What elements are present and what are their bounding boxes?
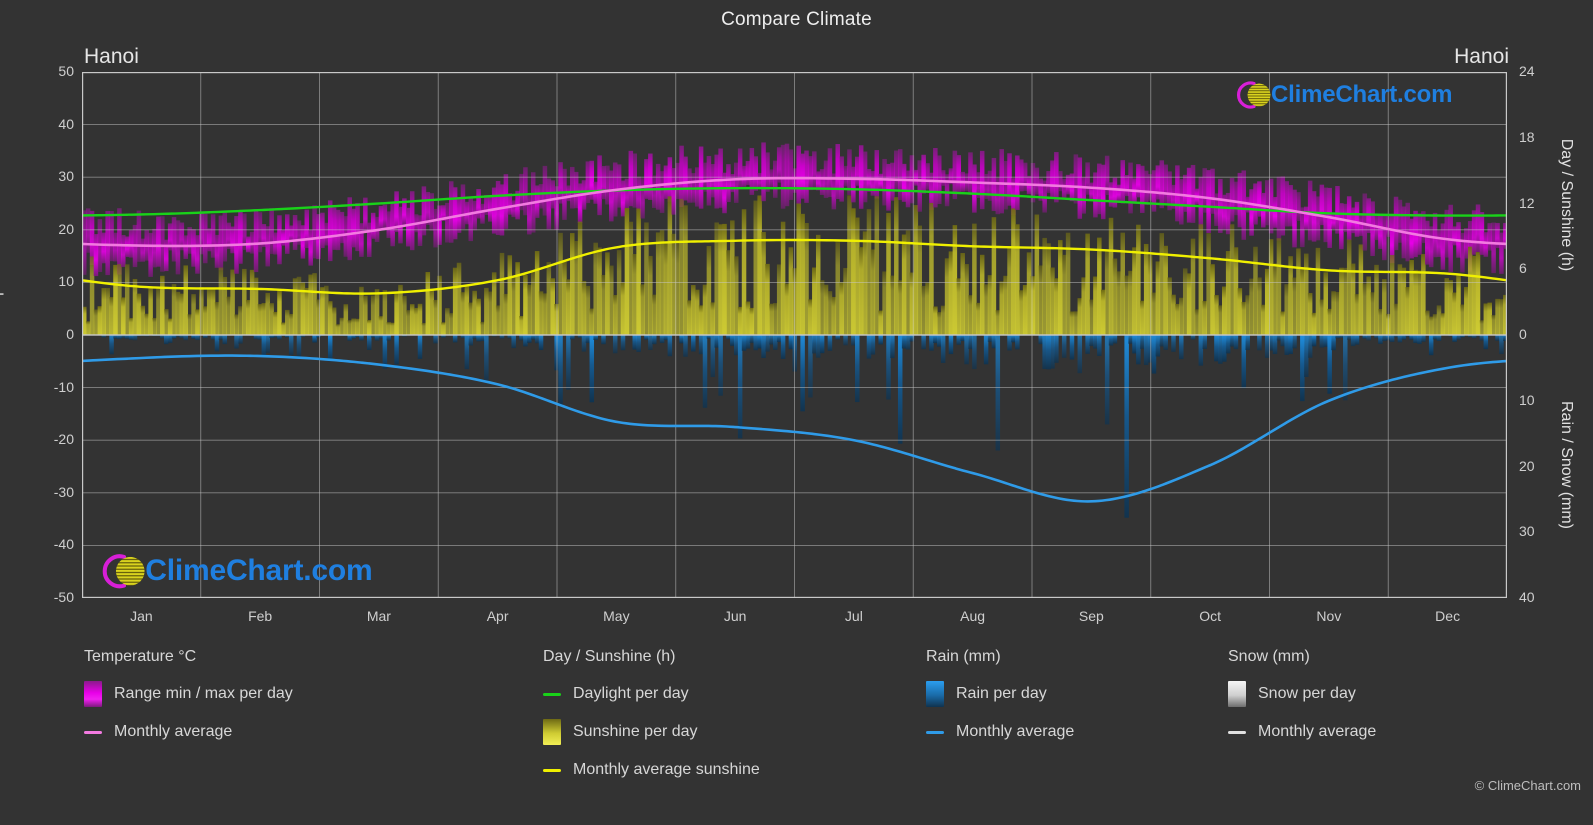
city-label-right: Hanoi [1454,45,1509,68]
sunshine-swatch [543,719,561,745]
legend-label-temp-range: Range min / max per day [114,685,293,702]
x-tick-jan: Jan [130,608,153,624]
legend-item-temp-range[interactable]: Range min / max per day [84,679,293,709]
legend-label-temp-avg: Monthly average [114,723,233,740]
y-tick-right-bottom: 10 [1519,391,1535,408]
legend-item-daylight[interactable]: Daylight per day [543,679,760,709]
y-tick-left: 10 [58,273,74,290]
temperature-range-swatch [84,681,102,707]
y-tick-left: 30 [58,168,74,185]
legend-group-sunshine: Day / Sunshine (h) Daylight per day Suns… [543,648,760,793]
climechart-logo-icon [1230,78,1274,112]
legend-label-rain-avg: Monthly average [956,723,1075,740]
rain-swatch [926,681,944,707]
y-tick-left: 50 [58,63,74,79]
legend-label-daylight: Daylight per day [573,685,689,702]
x-tick-jun: Jun [723,608,747,624]
legend-title-sunshine: Day / Sunshine (h) [543,648,676,665]
x-tick-apr: Apr [486,608,509,624]
watermark-logo-bottom: ClimeChart.com [94,550,373,593]
sunshine-average-line-swatch [543,768,561,772]
legend-title-snow: Snow (mm) [1228,648,1310,665]
x-tick-may: May [603,608,630,624]
y-tick-left: -20 [53,431,74,448]
y-tick-left: -10 [53,378,74,395]
snow-average-line-swatch [1228,730,1246,734]
watermark-logo-top: ClimeChart.com [1230,78,1452,112]
city-label-left: Hanoi [84,45,139,68]
climechart-logo-icon [94,550,149,593]
legend-item-sunshine[interactable]: Sunshine per day [543,717,760,747]
climate-plot-svg[interactable] [82,72,1507,598]
x-tick-mar: Mar [366,608,391,624]
y-axis-title-left: Temperature °C [0,213,4,327]
copyright-notice: © ClimeChart.com [1474,778,1581,793]
climechart-logo-text: ClimeChart.com [1271,81,1453,108]
y-tick-left: 40 [58,115,74,132]
page-title: Compare Climate [721,9,872,30]
y-tick-left: -30 [53,483,74,500]
x-tick-dec: Dec [1435,608,1461,624]
legend-label-snow-avg: Monthly average [1258,723,1377,740]
legend-item-snow[interactable]: Snow per day [1228,679,1376,709]
y-tick-left: -40 [53,536,74,553]
y-tick-right-top: 18 [1519,128,1535,145]
plot-area[interactable]: ClimeChart.com ClimeChart.com [82,72,1507,598]
legend-label-rain: Rain per day [956,685,1047,702]
chart-legend: Temperature °C Range min / max per day M… [0,648,1593,823]
legend-item-snow-avg[interactable]: Monthly average [1228,717,1376,747]
y-tick-right-bottom: 40 [1519,589,1535,605]
climate-chart-page: Compare Climate Hanoi Hanoi Temperature … [0,0,1593,825]
legend-group-temperature: Temperature °C Range min / max per day M… [84,648,293,755]
legend-group-snow: Snow (mm) Snow per day Monthly average [1228,648,1376,755]
legend-item-sunshine-avg[interactable]: Monthly average sunshine [543,755,760,785]
legend-label-snow: Snow per day [1258,685,1356,702]
legend-label-sunshine-avg: Monthly average sunshine [573,761,760,778]
snow-swatch [1228,681,1246,707]
legend-item-rain-avg[interactable]: Monthly average [926,717,1074,747]
x-tick-jul: Jul [844,608,863,624]
daylight-line-swatch [543,692,561,696]
legend-group-rain: Rain (mm) Rain per day Monthly average [926,648,1074,755]
temperature-average-line-swatch [84,730,102,734]
x-tick-aug: Aug [960,608,986,624]
legend-item-temp-avg[interactable]: Monthly average [84,717,293,747]
legend-title-temperature: Temperature °C [84,648,197,665]
y-tick-right-top: 24 [1519,63,1535,79]
y-tick-right-top: 12 [1519,194,1535,211]
x-tick-feb: Feb [248,608,273,624]
y-tick-left: 0 [66,326,74,342]
climechart-logo-text: ClimeChart.com [145,554,373,588]
y-tick-right-top: 6 [1519,260,1527,277]
rain-average-line-swatch [926,730,944,734]
legend-title-rain: Rain (mm) [926,648,1001,665]
y-tick-right-bottom: 20 [1519,457,1535,474]
y-tick-right-top: 0 [1519,326,1527,342]
x-tick-sep: Sep [1078,608,1104,624]
y-tick-left: 20 [58,220,74,237]
legend-label-sunshine: Sunshine per day [573,723,698,740]
y-tick-right-bottom: 30 [1519,523,1535,540]
legend-item-rain[interactable]: Rain per day [926,679,1074,709]
x-tick-oct: Oct [1199,608,1222,624]
y-tick-left: -50 [53,589,74,605]
x-tick-nov: Nov [1316,608,1342,624]
